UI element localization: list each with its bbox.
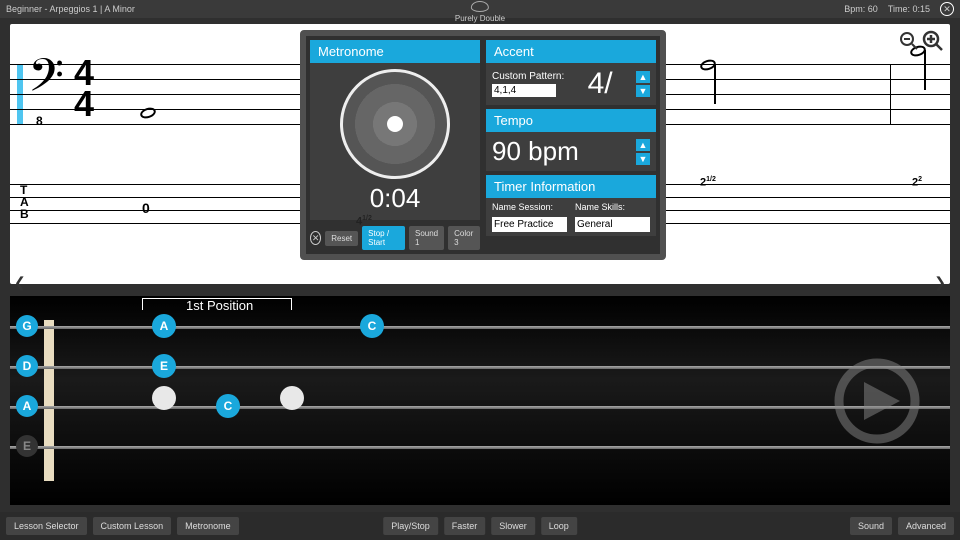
next-page-icon[interactable]: ❯	[934, 274, 946, 291]
pattern-input[interactable]	[492, 84, 556, 97]
fingering: 21/2	[700, 176, 716, 189]
brand-logo: Purely Double	[455, 1, 505, 23]
clef-octave: 8	[36, 114, 43, 128]
zoom-out-icon[interactable]	[898, 30, 920, 52]
fret-note[interactable]: E	[152, 354, 176, 378]
slower-button[interactable]: Slower	[491, 517, 535, 535]
tempo-header: Tempo	[486, 109, 656, 132]
loop-button[interactable]: Loop	[541, 517, 577, 535]
play-arrow-icon[interactable]	[834, 358, 920, 444]
accent-up-icon[interactable]: ▲	[636, 71, 650, 83]
open-string-G[interactable]: G	[16, 315, 38, 337]
stop-start-button[interactable]: Stop / Start	[362, 226, 405, 250]
fret-note[interactable]	[152, 386, 176, 410]
string	[10, 406, 950, 409]
popup-close-icon[interactable]: ✕	[310, 231, 321, 245]
lesson-title: Beginner - Arpeggios 1 | A Minor	[6, 4, 135, 14]
prev-page-icon[interactable]: ❮	[14, 274, 26, 291]
string	[10, 366, 950, 369]
metronome-header: Metronome	[310, 40, 480, 63]
metronome-dial-icon	[340, 69, 450, 179]
string	[10, 326, 950, 329]
timer-header: Timer Information	[486, 175, 656, 198]
tab-number: 0	[142, 200, 150, 216]
note-stem	[924, 50, 926, 90]
fingering: 22	[912, 176, 922, 189]
metronome-popup: Metronome 0:04 ✕ Reset Stop / Start Soun…	[300, 30, 666, 260]
note-stem	[714, 64, 716, 104]
accent-header: Accent	[486, 40, 656, 63]
string	[10, 446, 950, 449]
faster-button[interactable]: Faster	[444, 517, 486, 535]
fret-note[interactable]: C	[360, 314, 384, 338]
metronome-display: 0:04	[310, 63, 480, 220]
zoom-in-icon[interactable]	[922, 30, 944, 52]
session-label: Name Session:	[492, 202, 567, 212]
fret-note[interactable]	[280, 386, 304, 410]
color-select-button[interactable]: Color 3	[448, 226, 480, 250]
tempo-up-icon[interactable]: ▲	[636, 139, 650, 151]
play-stop-button[interactable]: Play/Stop	[383, 517, 438, 535]
tempo-down-icon[interactable]: ▼	[636, 153, 650, 165]
barline	[890, 64, 891, 124]
metronome-elapsed: 0:04	[370, 183, 421, 214]
fret-note[interactable]: C	[216, 394, 240, 418]
nut	[44, 320, 54, 481]
session-input[interactable]	[492, 217, 567, 232]
sound-select-button[interactable]: Sound 1	[409, 226, 444, 250]
tempo-value: 90 bpm	[492, 136, 579, 167]
pattern-label: Custom Pattern:	[492, 71, 564, 82]
skills-input[interactable]	[575, 217, 650, 232]
custom-lesson-button[interactable]: Custom Lesson	[93, 517, 172, 535]
top-bar: Beginner - Arpeggios 1 | A Minor Purely …	[0, 0, 960, 18]
fret-note[interactable]: A	[152, 314, 176, 338]
fretboard: 1st Position GDAE ACEC	[10, 296, 950, 505]
close-icon[interactable]: ✕	[940, 2, 954, 16]
open-string-A[interactable]: A	[16, 395, 38, 417]
bpm-readout: Bpm: 60	[844, 4, 878, 14]
position-label: 1st Position	[186, 298, 253, 313]
accent-display: 4/	[588, 67, 613, 101]
subdivision-label: 41/2	[356, 215, 372, 228]
metronome-button[interactable]: Metronome	[177, 517, 239, 535]
reset-button[interactable]: Reset	[325, 231, 358, 246]
sound-button[interactable]: Sound	[850, 517, 892, 535]
time-readout: Time: 0:15	[888, 4, 930, 14]
open-string-D[interactable]: D	[16, 355, 38, 377]
advanced-button[interactable]: Advanced	[898, 517, 954, 535]
open-string-E[interactable]: E	[16, 435, 38, 457]
bass-clef-icon: 𝄢	[28, 54, 64, 110]
skills-label: Name Skills:	[575, 202, 650, 212]
lesson-selector-button[interactable]: Lesson Selector	[6, 517, 87, 535]
time-signature: 44	[74, 58, 94, 119]
accent-down-icon[interactable]: ▼	[636, 85, 650, 97]
bottom-bar: Lesson Selector Custom Lesson Metronome Pl…	[0, 512, 960, 540]
